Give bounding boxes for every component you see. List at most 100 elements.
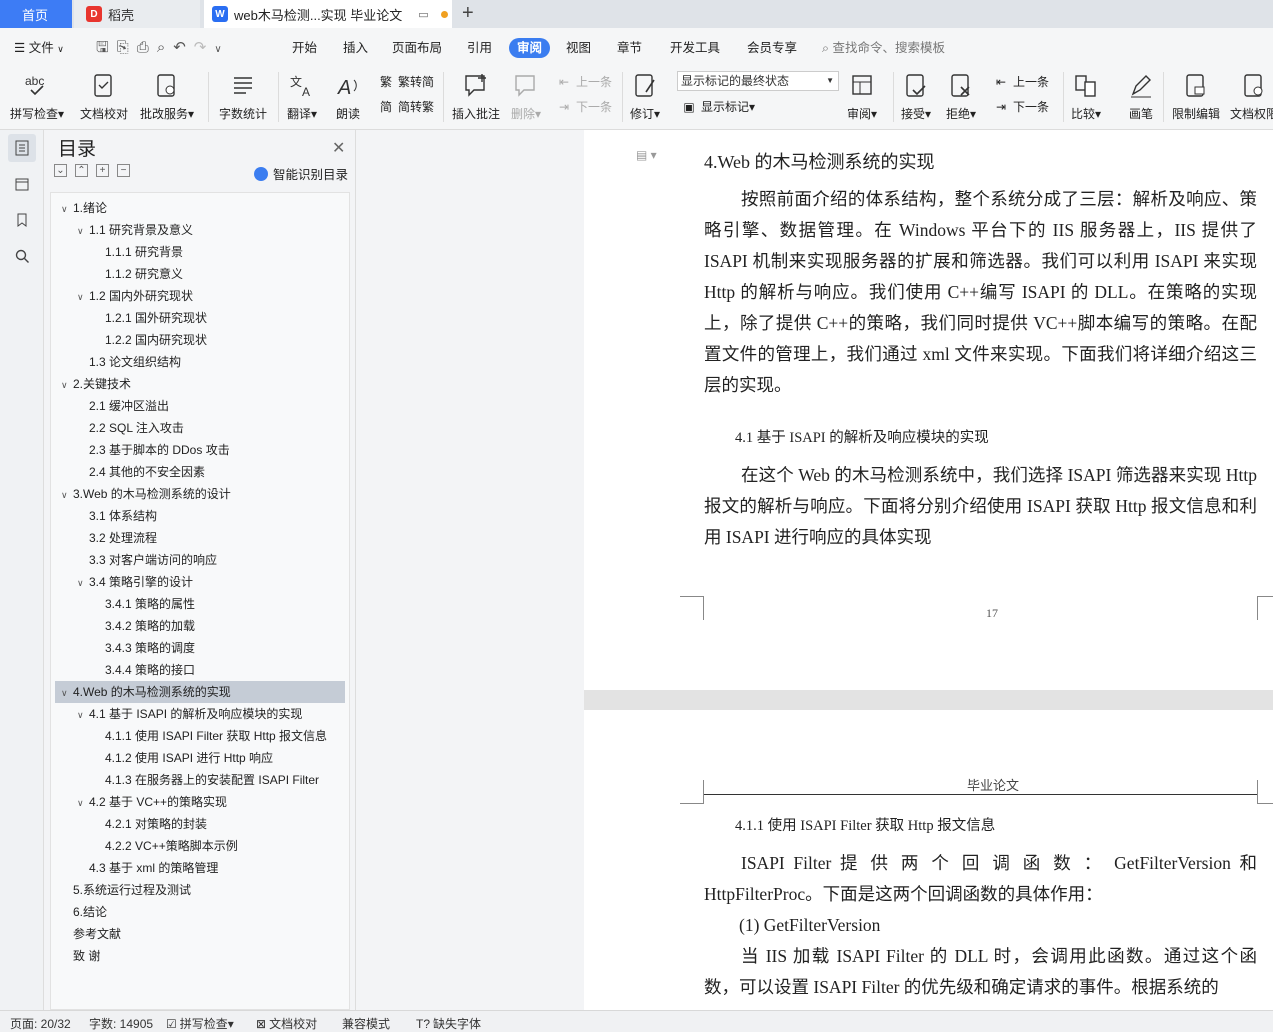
simplified-to-traditional-button[interactable]: 简简转繁 [378, 98, 434, 115]
delete-comment-button[interactable]: 删除▾ [511, 66, 541, 130]
show-markup-button[interactable]: ▣ 显示标记 ▾ [681, 98, 755, 115]
expand-arrow-icon[interactable]: ∨ [61, 682, 73, 703]
compare-button[interactable]: 比较▾ [1071, 66, 1101, 130]
next-comment-button[interactable]: ⇥ 下一条 [556, 98, 612, 115]
tab-document[interactable]: Wweb木马检测...实现 毕业论文 ▭ [204, 0, 452, 28]
toc-item[interactable]: 1.3 论文组织结构 [55, 351, 345, 373]
toc-item[interactable]: 2.3 基于脚本的 DDos 攻击 [55, 439, 345, 461]
word-count-button[interactable]: 字数统计 [219, 66, 267, 130]
next-change-button[interactable]: ⇥ 下一条 [993, 98, 1049, 115]
toc-item[interactable]: 4.1.2 使用 ISAPI 进行 Http 响应 [55, 747, 345, 769]
pen-button[interactable]: 画笔 [1126, 66, 1156, 130]
toc-item[interactable]: ∨ 1.绪论 [55, 197, 345, 219]
remove-icon[interactable]: − [117, 164, 130, 177]
tab-daoke[interactable]: D 稻壳 [74, 0, 200, 28]
toc-item[interactable]: 1.1.1 研究背景 [55, 241, 345, 263]
expand-arrow-icon[interactable]: ∨ [77, 572, 89, 593]
accept-button[interactable]: 接受▾ [901, 66, 931, 130]
toc-item[interactable]: 参考文献 [55, 923, 345, 945]
menu-view[interactable]: 视图 [566, 37, 591, 59]
doc-permission-button[interactable]: 文档权限 [1230, 66, 1273, 130]
command-search[interactable]: ⌕ 查找命令、搜索模板 [822, 37, 945, 59]
new-tab-button[interactable]: + [462, 2, 474, 25]
toc-item[interactable]: ∨ 3.4 策略引擎的设计 [55, 571, 345, 593]
toc-item[interactable]: 4.1.1 使用 ISAPI Filter 获取 Http 报文信息 [55, 725, 345, 747]
toc-item[interactable]: 1.1.2 研究意义 [55, 263, 345, 285]
file-menu[interactable]: ☰ 文件 ∨ [14, 37, 64, 59]
spell-check-status[interactable]: ☑ 拼写检查 ▾ [166, 1015, 234, 1032]
doc-check-button[interactable]: 文档校对 [80, 66, 128, 130]
toc-item[interactable]: ∨ 4.Web 的木马检测系统的实现 [55, 681, 345, 703]
toc-panel-icon[interactable] [8, 134, 36, 162]
toc-item[interactable]: ∨ 1.2 国内外研究现状 [55, 285, 345, 307]
toc-item[interactable]: 3.2 处理流程 [55, 527, 345, 549]
toc-item[interactable]: 1.2.1 国外研究现状 [55, 307, 345, 329]
expand-arrow-icon[interactable]: ∨ [77, 220, 89, 241]
paragraph-icon[interactable]: ▤ ▾ [636, 148, 657, 162]
menu-member[interactable]: 会员专享 [747, 37, 797, 59]
reject-button[interactable]: 拒绝▾ [946, 66, 976, 130]
expand-arrow-icon[interactable]: ∨ [77, 792, 89, 813]
menu-review[interactable]: 审阅 [509, 38, 551, 58]
menu-references[interactable]: 引用 [467, 37, 492, 59]
review-pane-button[interactable]: 审阅▾ [847, 66, 877, 130]
prev-change-button[interactable]: ⇤ 上一条 [993, 73, 1049, 90]
print-preview-icon[interactable]: ⌕ [157, 39, 173, 56]
toc-item[interactable]: ∨ 3.Web 的木马检测系统的设计 [55, 483, 345, 505]
collapse-down-icon[interactable]: ⌄ [54, 164, 67, 177]
insert-comment-button[interactable]: 插入批注 [452, 66, 500, 130]
toc-item[interactable]: 5.系统运行过程及测试 [55, 879, 345, 901]
batch-service-button[interactable]: 批改服务▾ [140, 66, 194, 130]
bookmark-icon[interactable] [8, 206, 36, 234]
read-aloud-button[interactable]: A 朗读 [333, 66, 363, 130]
menu-layout[interactable]: 页面布局 [392, 37, 442, 59]
toc-item[interactable]: 4.1.3 在服务器上的安装配置 ISAPI Filter [55, 769, 345, 791]
toc-item[interactable]: 3.1 体系结构 [55, 505, 345, 527]
toc-item[interactable]: ∨ 1.1 研究背景及意义 [55, 219, 345, 241]
undo-icon[interactable]: ↶ [173, 39, 194, 56]
toc-item[interactable]: 3.4.2 策略的加载 [55, 615, 345, 637]
expand-arrow-icon[interactable]: ∨ [61, 374, 73, 395]
toc-item[interactable]: 4.3 基于 xml 的策略管理 [55, 857, 345, 879]
doc-check-status[interactable]: ⊠ 文档校对 [256, 1015, 317, 1032]
expand-arrow-icon[interactable]: ∨ [77, 286, 89, 307]
toc-item[interactable]: 致 谢 [55, 945, 345, 967]
toc-item[interactable]: 2.1 缓冲区溢出 [55, 395, 345, 417]
toc-item[interactable]: 6.结论 [55, 901, 345, 923]
track-changes-button[interactable]: 修订▾ [630, 66, 660, 130]
customize-icon[interactable]: ∨ [214, 44, 229, 55]
expand-arrow-icon[interactable]: ∨ [61, 484, 73, 505]
expand-arrow-icon[interactable]: ∨ [77, 704, 89, 725]
restrict-edit-button[interactable]: 限制编辑 [1172, 66, 1220, 130]
menu-start[interactable]: 开始 [292, 37, 317, 59]
markup-state-select[interactable]: 显示标记的最终状态 ▼ [677, 71, 839, 91]
prev-comment-button[interactable]: ⇤ 上一条 [556, 73, 612, 90]
expand-up-icon[interactable]: ⌃ [75, 164, 88, 177]
toc-item[interactable]: 1.2.2 国内研究现状 [55, 329, 345, 351]
toc-item[interactable]: 3.4.3 策略的调度 [55, 637, 345, 659]
toc-item[interactable]: 2.4 其他的不安全因素 [55, 461, 345, 483]
menu-chapter[interactable]: 章节 [617, 37, 642, 59]
toc-item[interactable]: 4.2.1 对策略的封装 [55, 813, 345, 835]
toc-item[interactable]: 3.4.1 策略的属性 [55, 593, 345, 615]
toc-item[interactable]: 4.2.2 VC++策略脚本示例 [55, 835, 345, 857]
tab-home[interactable]: 首页 [0, 0, 72, 28]
smart-toc-button[interactable]: 智能识别目录 [254, 164, 348, 183]
close-icon[interactable]: ✕ [332, 138, 345, 158]
add-icon[interactable]: + [96, 164, 109, 177]
print-icon[interactable]: ⎙ [137, 39, 157, 56]
toc-item[interactable]: 2.2 SQL 注入攻击 [55, 417, 345, 439]
menu-insert[interactable]: 插入 [343, 37, 368, 59]
expand-arrow-icon[interactable]: ∨ [61, 198, 73, 219]
page-indicator[interactable]: 页面: 20/32 [10, 1015, 71, 1032]
toc-item[interactable]: 3.4.4 策略的接口 [55, 659, 345, 681]
save-icon[interactable]: 🖫 [96, 39, 117, 56]
toc-item[interactable]: ∨ 4.1 基于 ISAPI 的解析及响应模块的实现 [55, 703, 345, 725]
spell-check-button[interactable]: abc 拼写检查▾ [10, 66, 64, 130]
search-icon[interactable] [8, 242, 36, 270]
traditional-to-simplified-button[interactable]: 繁繁转简 [378, 73, 434, 90]
missing-font-status[interactable]: T? 缺失字体 [416, 1015, 481, 1032]
toc-item[interactable]: ∨ 2.关键技术 [55, 373, 345, 395]
redo-icon[interactable]: ↷ [194, 39, 215, 56]
toc-item[interactable]: 3.3 对客户端访问的响应 [55, 549, 345, 571]
